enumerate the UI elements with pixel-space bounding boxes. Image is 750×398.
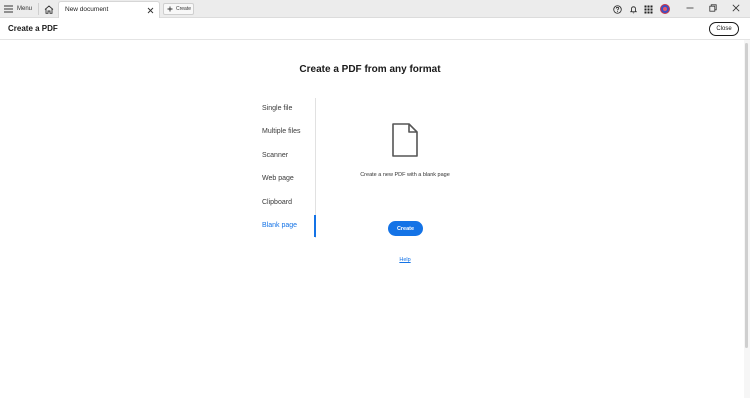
notifications-button[interactable]	[627, 3, 639, 15]
create-button[interactable]: Create	[388, 221, 423, 236]
option-single-file[interactable]: Single file	[262, 105, 292, 112]
selected-option-indicator	[314, 215, 316, 237]
document-tab[interactable]: New document	[58, 1, 160, 18]
home-button[interactable]	[41, 2, 57, 16]
bell-icon	[629, 5, 637, 13]
apps-button[interactable]	[642, 3, 654, 15]
option-web-page[interactable]: Web page	[262, 175, 294, 182]
minimize-icon	[686, 7, 694, 9]
help-link[interactable]: Help	[394, 257, 416, 263]
close-tool-button[interactable]: Close	[709, 22, 739, 36]
option-description: Create a new PDF with a blank page	[360, 172, 450, 178]
document-tab-title: New document	[65, 6, 109, 13]
minimize-button[interactable]	[683, 2, 697, 14]
close-icon	[732, 4, 740, 12]
blank-document-icon	[391, 122, 419, 158]
title-bar: Menu New document Create	[0, 0, 750, 18]
menu-button[interactable]: Menu	[4, 2, 32, 16]
tool-header: Create a PDF Close	[0, 19, 750, 40]
restore-button[interactable]	[706, 2, 720, 14]
new-tab-label: Create	[176, 6, 192, 12]
help-button[interactable]	[611, 3, 623, 15]
hamburger-icon	[4, 5, 13, 13]
tool-title: Create a PDF	[8, 24, 58, 33]
avatar[interactable]	[660, 4, 670, 14]
page-heading: Create a PDF from any format	[299, 64, 441, 75]
home-icon	[44, 4, 54, 14]
menu-label: Menu	[17, 6, 33, 12]
apps-grid-icon	[644, 5, 652, 13]
option-multiple-files[interactable]: Multiple files	[262, 128, 301, 135]
plus-icon	[167, 6, 173, 12]
help-icon	[612, 4, 622, 14]
tab-close-button[interactable]	[145, 5, 155, 15]
scrollbar-thumb[interactable]	[745, 43, 748, 348]
option-scanner[interactable]: Scanner	[262, 152, 288, 159]
avatar-image	[663, 7, 667, 11]
option-clipboard[interactable]: Clipboard	[262, 199, 292, 206]
close-icon	[147, 7, 153, 13]
new-tab-button[interactable]: Create	[163, 3, 194, 15]
option-blank-page[interactable]: Blank page	[262, 222, 297, 229]
restore-icon	[709, 4, 717, 12]
window-close-button[interactable]	[729, 2, 743, 14]
titlebar-divider	[38, 3, 39, 15]
